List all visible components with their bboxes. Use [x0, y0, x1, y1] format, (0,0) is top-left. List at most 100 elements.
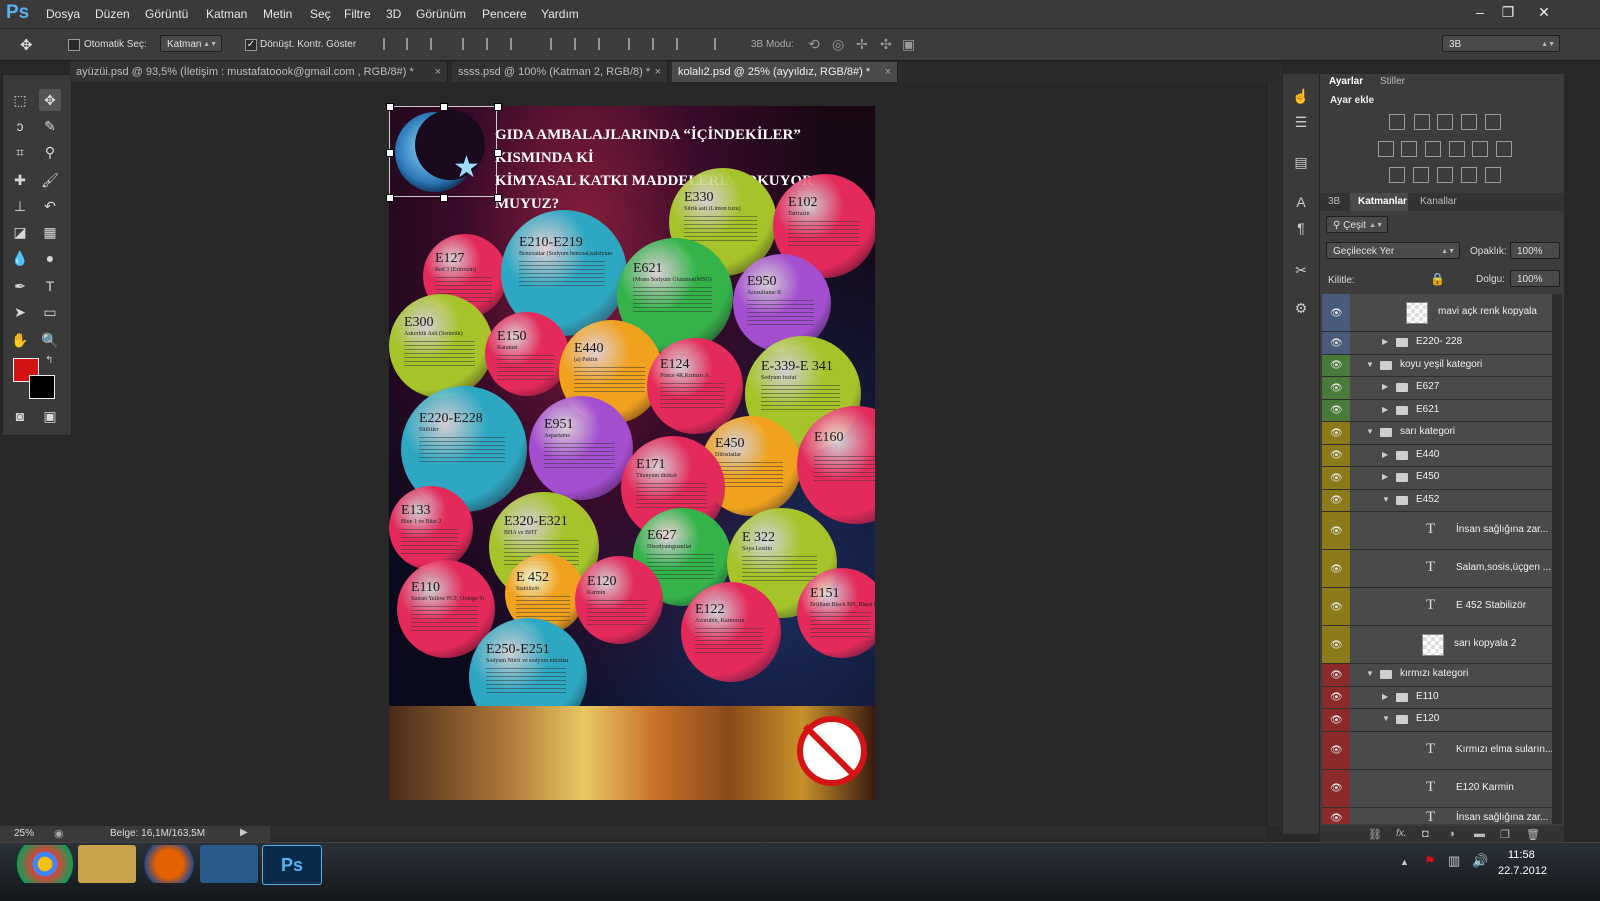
trash-icon[interactable]: 🗑: [1526, 828, 1540, 841]
close-icon[interactable]: ×: [655, 62, 661, 82]
collapsed-arrow-icon[interactable]: ▶: [1382, 382, 1388, 391]
layer-row[interactable]: 👁 ▼ koyu yeşil kategori: [1322, 354, 1552, 377]
tab-ayarlar[interactable]: Ayarlar: [1329, 76, 1363, 87]
menu-dosya[interactable]: Dosya: [46, 7, 80, 21]
black-white-icon[interactable]: [1425, 141, 1441, 157]
transform-handle[interactable]: [386, 194, 394, 202]
gradient-map-icon[interactable]: [1485, 167, 1501, 183]
layer-row[interactable]: 👁 ▶ E450: [1322, 467, 1552, 490]
layer-row[interactable]: 👁 ▼ kırmızı kategori: [1322, 664, 1552, 687]
transform-handle[interactable]: [440, 194, 448, 202]
gradient-tool-icon[interactable]: ▦: [39, 221, 61, 243]
visibility-eye-icon[interactable]: 👁: [1330, 745, 1343, 756]
history-brush-tool-icon[interactable]: ↶: [39, 195, 61, 217]
menu-metin[interactable]: Metin: [263, 7, 292, 21]
new-adjustment-icon[interactable]: ◑: [1448, 828, 1455, 840]
posterize-icon[interactable]: [1413, 167, 1429, 183]
blur-tool-icon[interactable]: 💧: [9, 247, 31, 269]
status-menu-arrow-icon[interactable]: ▶: [240, 827, 248, 838]
menu-goruntu[interactable]: Görüntü: [145, 7, 188, 21]
collapsed-arrow-icon[interactable]: ▶: [1382, 692, 1388, 701]
layer-row[interactable]: 👁 T Salam,sosis,üçgen ...: [1322, 550, 1552, 588]
channel-mixer-icon[interactable]: [1472, 141, 1488, 157]
paragraph-panel-icon[interactable]: ¶: [1291, 220, 1311, 240]
dodge-tool-icon[interactable]: ●: [39, 247, 61, 269]
visibility-eye-icon[interactable]: 👁: [1330, 428, 1343, 439]
vertical-scrollbar[interactable]: [1266, 82, 1281, 826]
layer-row[interactable]: 👁 T İnsan sağlığına zar...: [1322, 807, 1552, 824]
align-bottom-icon[interactable]: [430, 38, 444, 50]
visibility-eye-icon[interactable]: 👁: [1330, 602, 1343, 613]
layer-row[interactable]: 👁 ▼ sarı kategori: [1322, 422, 1552, 445]
rotate-3d-icon[interactable]: ⟲: [808, 36, 820, 53]
transform-handle[interactable]: [494, 149, 502, 157]
menu-pencere[interactable]: Pencere: [482, 7, 527, 21]
crop-tool-icon[interactable]: ⌗: [9, 141, 31, 163]
swap-colors-icon[interactable]: ↰: [45, 355, 53, 366]
slide-3d-icon[interactable]: ✣: [880, 36, 892, 53]
clock-date[interactable]: 22.7.2012: [1498, 865, 1547, 877]
menu-katman[interactable]: Katman: [206, 7, 247, 21]
menu-3d[interactable]: 3D: [386, 7, 401, 21]
layer-filter-dropdown[interactable]: ⚲ Çeşit ▲▼: [1326, 216, 1388, 233]
photo-filter-icon[interactable]: [1449, 141, 1465, 157]
visibility-eye-icon[interactable]: 👁: [1330, 495, 1343, 506]
visibility-eye-icon[interactable]: 👁: [1330, 338, 1343, 349]
color-balance-icon[interactable]: [1401, 141, 1417, 157]
brush-presets-icon[interactable]: ⚙: [1291, 300, 1311, 320]
visibility-eye-icon[interactable]: 👁: [1330, 670, 1343, 681]
status-icon[interactable]: ◉: [54, 827, 64, 840]
align-hcenter-icon[interactable]: [486, 38, 500, 50]
rectangle-tool-icon[interactable]: ▭: [39, 301, 61, 323]
clock-time[interactable]: 11:58: [1508, 849, 1535, 861]
transform-bounding-box[interactable]: [389, 106, 497, 197]
new-group-icon[interactable]: ▬: [1474, 828, 1485, 840]
workspace-dropdown[interactable]: 3B ▲▼: [1442, 35, 1560, 52]
threshold-icon[interactable]: [1437, 167, 1453, 183]
layer-row[interactable]: 👁 sarı kopyala 2: [1322, 626, 1552, 664]
collapsed-arrow-icon[interactable]: ▶: [1382, 472, 1388, 481]
path-select-tool-icon[interactable]: ➤: [9, 301, 31, 323]
auto-select-target-dropdown[interactable]: Katman ▲▼: [160, 35, 222, 52]
distribute-vcenter-icon[interactable]: [574, 38, 588, 50]
tab-ssss[interactable]: ssss.psd @ 100% (Katman 2, RGB/8) * ×: [452, 62, 668, 82]
levels-icon[interactable]: [1414, 114, 1430, 130]
tab-kanallar[interactable]: Kanallar: [1420, 196, 1457, 207]
opacity-input[interactable]: 100%: [1510, 242, 1560, 259]
fx-button[interactable]: fx.: [1396, 828, 1407, 839]
menu-duzen[interactable]: Düzen: [95, 7, 130, 21]
explorer-taskbar-icon[interactable]: [78, 845, 136, 883]
layer-row[interactable]: 👁 T Kırmızı elma suların...: [1322, 731, 1552, 770]
close-icon[interactable]: ×: [435, 62, 441, 82]
layer-row[interactable]: 👁 T E120 Karmin: [1322, 769, 1552, 808]
marquee-tool-icon[interactable]: ⬚: [9, 89, 31, 111]
align-left-icon[interactable]: [462, 38, 476, 50]
transform-controls-checkbox[interactable]: ✓: [245, 39, 257, 51]
tab-kolali2[interactable]: kolalı2.psd @ 25% (ayyıldız, RGB/8#) * ×: [672, 62, 898, 82]
quick-mask-icon[interactable]: ◙: [9, 405, 31, 427]
roll-3d-icon[interactable]: ◎: [832, 36, 844, 53]
layers-scrollbar[interactable]: [1552, 294, 1562, 824]
curves-icon[interactable]: [1437, 114, 1453, 130]
actions-panel-icon[interactable]: ▤: [1291, 154, 1311, 174]
lasso-tool-icon[interactable]: ↄ: [9, 115, 31, 137]
new-layer-icon[interactable]: ❐: [1500, 828, 1510, 841]
transform-handle[interactable]: [494, 194, 502, 202]
distribute-hcenter-icon[interactable]: [652, 38, 666, 50]
lock-icon[interactable]: 🔒: [1430, 272, 1445, 286]
app-taskbar-icon[interactable]: [200, 845, 258, 883]
fill-input[interactable]: 100%: [1510, 270, 1560, 287]
visibility-eye-icon[interactable]: 👁: [1330, 715, 1343, 726]
layer-row[interactable]: 👁 ▶ E440: [1322, 444, 1552, 467]
properties-panel-icon[interactable]: ☰: [1291, 114, 1311, 134]
layer-row[interactable]: 👁 T İnsan sağlığına zar...: [1322, 512, 1552, 550]
layer-row[interactable]: 👁 mavi açk renk kopyala: [1322, 294, 1552, 332]
menu-gorunum[interactable]: Görünüm: [416, 7, 466, 21]
tray-arrow-icon[interactable]: ▲: [1400, 857, 1409, 867]
tool-presets-icon[interactable]: ✂: [1291, 262, 1311, 282]
photoshop-taskbar-icon[interactable]: Ps: [262, 845, 322, 885]
firefox-taskbar-icon[interactable]: [140, 845, 198, 883]
clone-stamp-tool-icon[interactable]: ⊥: [9, 195, 31, 217]
layer-row[interactable]: 👁 ▼ E120: [1322, 709, 1552, 732]
visibility-eye-icon[interactable]: 👁: [1330, 405, 1343, 416]
